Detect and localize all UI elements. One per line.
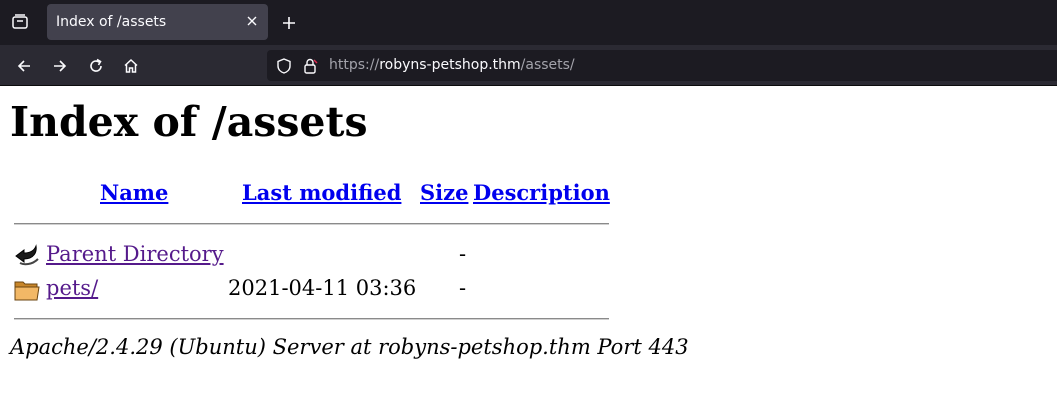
column-header-name[interactable]: Name [100,180,168,205]
url-path: /assets/ [520,57,575,73]
table-bottom-divider [14,318,609,320]
column-header-last-modified[interactable]: Last modified [242,180,401,205]
column-header-description[interactable]: Description [473,180,610,205]
sort-by-description-link[interactable]: Description [473,180,610,205]
tab-title: Index of /assets [56,14,167,30]
page-content: Index of /assets Name Last modified Size… [0,86,1057,410]
tab-bar: Index of /assets [0,0,1057,45]
row-last-modified: 2021-04-11 03:36 [228,276,417,300]
table-row: pets/ [46,276,98,300]
reload-button[interactable] [84,54,108,78]
table-top-divider [14,223,609,225]
home-icon [124,58,138,73]
parent-directory-link[interactable]: Parent Directory [46,242,224,266]
tab-list-icon [12,14,28,29]
tab-close-button[interactable] [244,13,260,29]
shield-icon[interactable] [275,57,293,75]
address-bar[interactable]: https://robyns-petshop.thm/assets/ [267,50,1057,81]
url-host: robyns-petshop.thm [379,57,521,73]
tab-active[interactable]: Index of /assets [47,4,268,40]
reload-icon [90,58,102,72]
url-text[interactable]: https://robyns-petshop.thm/assets/ [329,57,575,73]
page-title: Index of /assets [10,98,368,146]
tab-list-button[interactable] [8,10,32,34]
sort-by-last-modified-link[interactable]: Last modified [242,180,401,205]
arrow-right-icon [54,60,67,72]
forward-button[interactable] [48,54,72,78]
server-signature: Apache/2.4.29 (Ubuntu) Server at robyns-… [10,335,689,359]
back-arrow-icon [15,244,39,266]
row-size: - [459,242,467,266]
back-button[interactable] [12,54,36,78]
new-tab-button[interactable] [279,13,299,33]
row-size: - [459,276,467,300]
folder-icon [14,281,40,301]
url-scheme: https:// [329,57,380,73]
navigation-toolbar: https://robyns-petshop.thm/assets/ [0,45,1057,86]
table-row: Parent Directory [46,242,224,266]
arrow-left-icon [17,60,30,72]
plus-icon [283,17,295,29]
column-header-size[interactable]: Size [420,180,468,205]
lock-icon[interactable] [301,57,319,75]
close-icon [247,16,257,26]
sort-by-size-link[interactable]: Size [420,180,468,205]
sort-by-name-link[interactable]: Name [100,180,168,205]
home-button[interactable] [119,54,143,78]
pets-folder-link[interactable]: pets/ [46,276,98,300]
